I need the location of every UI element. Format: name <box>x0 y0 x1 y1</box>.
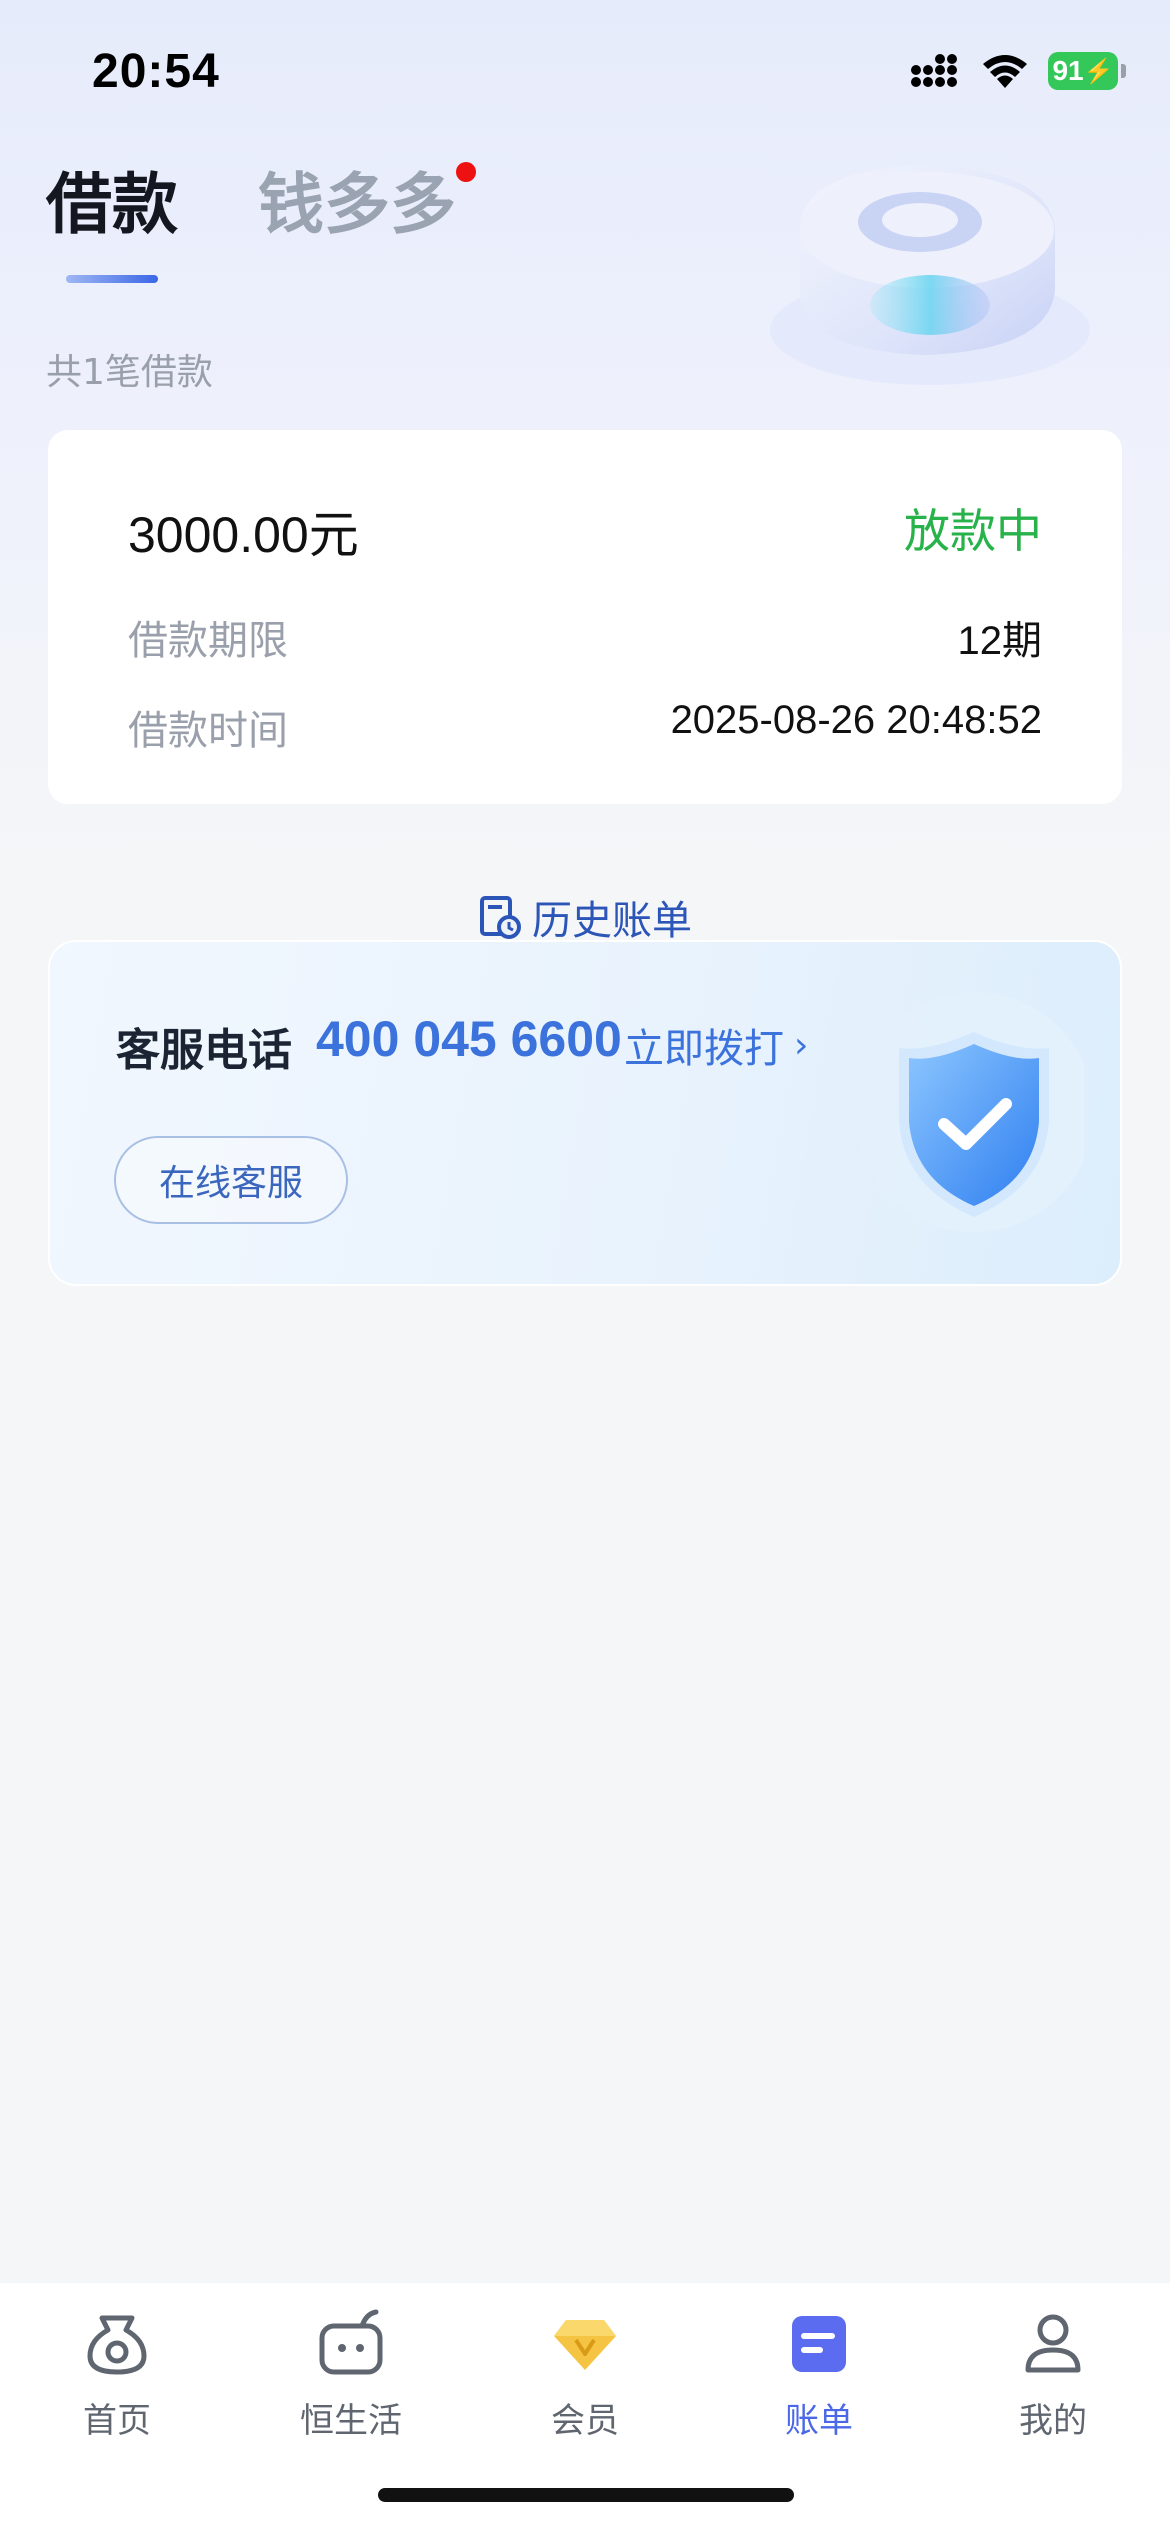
history-bill-icon <box>480 896 521 939</box>
loan-term-label: 借款期限 <box>128 618 288 664</box>
home-pouch-icon <box>79 2305 155 2381</box>
status-time: 20:54 <box>92 45 220 98</box>
nav-item-life[interactable]: 恒生活 <box>234 2305 468 2442</box>
service-phone-number[interactable]: 400 045 6600 <box>316 1010 622 1068</box>
life-face-icon <box>313 2305 389 2381</box>
tab-loan-label: 借款 <box>46 166 178 243</box>
diamond-icon <box>547 2305 623 2381</box>
call-now-button[interactable]: 立即拨打 › <box>624 1016 808 1074</box>
tab-loan[interactable]: 借款 <box>46 160 178 283</box>
nav-label-home: 首页 <box>83 2401 151 2441</box>
notification-dot <box>456 162 476 182</box>
loan-count-text: 共1笔借款 <box>46 352 213 393</box>
history-bills-label: 历史账单 <box>532 898 692 939</box>
battery-icon: 91 ⚡ <box>1048 52 1126 90</box>
charging-bolt-icon: ⚡ <box>1083 57 1114 85</box>
loan-time-value: 2025-08-26 20:48:52 <box>670 698 1042 742</box>
nav-label-member: 会员 <box>551 2401 619 2441</box>
online-service-label: 在线客服 <box>158 1163 303 1204</box>
loan-card[interactable]: 3000.00元 放款中 借款期限 12期 借款时间 2025-08-26 20… <box>48 430 1122 804</box>
online-service-button[interactable]: 在线客服 <box>114 1136 348 1224</box>
battery-level: 91 <box>1052 55 1084 86</box>
nav-item-home[interactable]: 首页 <box>0 2305 234 2442</box>
nav-label-profile: 我的 <box>1019 2401 1087 2441</box>
history-bills-link[interactable]: 历史账单 <box>0 895 1170 939</box>
tab-active-indicator <box>66 275 158 283</box>
nav-item-profile[interactable]: 我的 <box>936 2305 1170 2442</box>
bill-icon <box>781 2305 857 2381</box>
nav-label-life: 恒生活 <box>300 2401 402 2441</box>
top-tabs: 借款 钱多多 <box>46 160 476 283</box>
loan-time-label: 借款时间 <box>128 708 288 754</box>
nav-item-member[interactable]: 会员 <box>468 2305 702 2442</box>
wifi-icon <box>983 55 1027 88</box>
loan-status-badge: 放款中 <box>904 504 1042 558</box>
tab-qianduoduo-label: 钱多多 <box>258 166 456 243</box>
battery-tip <box>1121 64 1126 78</box>
nav-label-bill: 账单 <box>785 2401 853 2441</box>
service-phone-label: 客服电话 <box>116 1025 292 1076</box>
coin-ring-decoration <box>770 165 1090 385</box>
loan-term-value: 12期 <box>957 619 1043 663</box>
shield-check-icon <box>854 992 1084 1232</box>
call-now-label: 立即拨打 <box>624 1026 784 1072</box>
tab-qianduoduo[interactable]: 钱多多 <box>258 160 476 250</box>
chevron-right-icon: › <box>794 1024 809 1066</box>
status-icons: 91 ⚡ <box>910 52 1126 90</box>
cellular-signal-icon <box>911 54 957 87</box>
user-icon <box>1015 2305 1091 2381</box>
customer-service-card: 客服电话 400 045 6600 立即拨打 › 在线客服 <box>48 940 1122 1286</box>
home-indicator[interactable] <box>378 2488 794 2502</box>
status-bar: 20:54 91 ⚡ <box>0 0 1170 140</box>
loan-amount: 3000.00元 <box>128 507 359 563</box>
nav-item-bill[interactable]: 账单 <box>702 2305 936 2442</box>
